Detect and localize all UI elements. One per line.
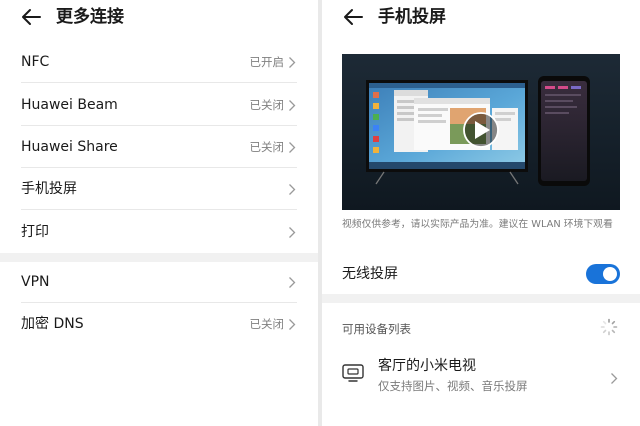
back-arrow-icon[interactable] xyxy=(342,6,364,28)
screen-projection-panel: 手机投屏 视频仅供参考，请以实际产品为准。建议在 WLAN 环境下观看 无线投屏… xyxy=(322,0,640,426)
huawei-beam-row[interactable]: Huawei Beam 已关闭 xyxy=(0,84,318,126)
tv-cast-icon xyxy=(342,363,364,383)
row-label: Huawei Beam xyxy=(21,97,118,113)
row-status: 已开启 xyxy=(249,55,285,69)
more-connections-panel: 更多连接 NFC 已开启 Huawei Beam 已关闭 Huawei Shar… xyxy=(0,0,318,426)
section-gap xyxy=(322,294,640,303)
page-title: 手机投屏 xyxy=(378,7,446,27)
vpn-row[interactable]: VPN xyxy=(0,261,318,303)
available-devices-header: 可用设备列表 xyxy=(342,322,411,336)
device-description: 仅支持图片、视频、音乐投屏 xyxy=(378,379,528,393)
wireless-projection-row: 无线投屏 xyxy=(322,256,640,292)
row-status: 已关闭 xyxy=(249,140,285,154)
loading-spinner-icon xyxy=(600,318,618,336)
row-status: 已关闭 xyxy=(249,98,285,112)
phone-illustration xyxy=(538,76,590,186)
encrypted-dns-row[interactable]: 加密 DNS 已关闭 xyxy=(0,303,318,345)
device-row[interactable]: 客厅的小米电视 仅支持图片、视频、音乐投屏 xyxy=(322,352,640,400)
nfc-row[interactable]: NFC 已开启 xyxy=(0,41,318,83)
chevron-right-icon xyxy=(288,276,296,289)
huawei-share-row[interactable]: Huawei Share 已关闭 xyxy=(0,126,318,168)
chevron-right-icon xyxy=(288,183,296,196)
header: 手机投屏 xyxy=(322,0,640,34)
chevron-right-icon xyxy=(288,226,296,239)
page-title: 更多连接 xyxy=(56,7,124,27)
chevron-right-icon xyxy=(610,370,618,384)
row-label: VPN xyxy=(21,274,50,290)
video-caption: 视频仅供参考，请以实际产品为准。建议在 WLAN 环境下观看 xyxy=(342,219,613,230)
device-name: 客厅的小米电视 xyxy=(378,358,476,374)
screen-projection-row[interactable]: 手机投屏 xyxy=(0,168,318,210)
row-label: 手机投屏 xyxy=(21,181,77,197)
tv-illustration xyxy=(366,80,528,185)
row-label: NFC xyxy=(21,54,50,70)
play-icon xyxy=(463,112,499,148)
row-label: 加密 DNS xyxy=(21,316,84,332)
header: 更多连接 xyxy=(0,0,318,34)
toggle-knob xyxy=(603,267,617,281)
chevron-right-icon xyxy=(288,56,296,69)
row-label: 打印 xyxy=(21,224,49,240)
demo-video[interactable] xyxy=(342,54,620,210)
chevron-right-icon xyxy=(288,141,296,154)
chevron-right-icon xyxy=(288,99,296,112)
divider xyxy=(21,209,297,210)
row-status: 已关闭 xyxy=(249,317,285,331)
chevron-right-icon xyxy=(288,318,296,331)
back-arrow-icon[interactable] xyxy=(20,6,42,28)
print-row[interactable]: 打印 xyxy=(0,211,318,253)
row-label: Huawei Share xyxy=(21,139,118,155)
divider xyxy=(21,82,297,83)
wireless-projection-label: 无线投屏 xyxy=(342,266,398,282)
wireless-projection-toggle[interactable] xyxy=(586,264,620,284)
